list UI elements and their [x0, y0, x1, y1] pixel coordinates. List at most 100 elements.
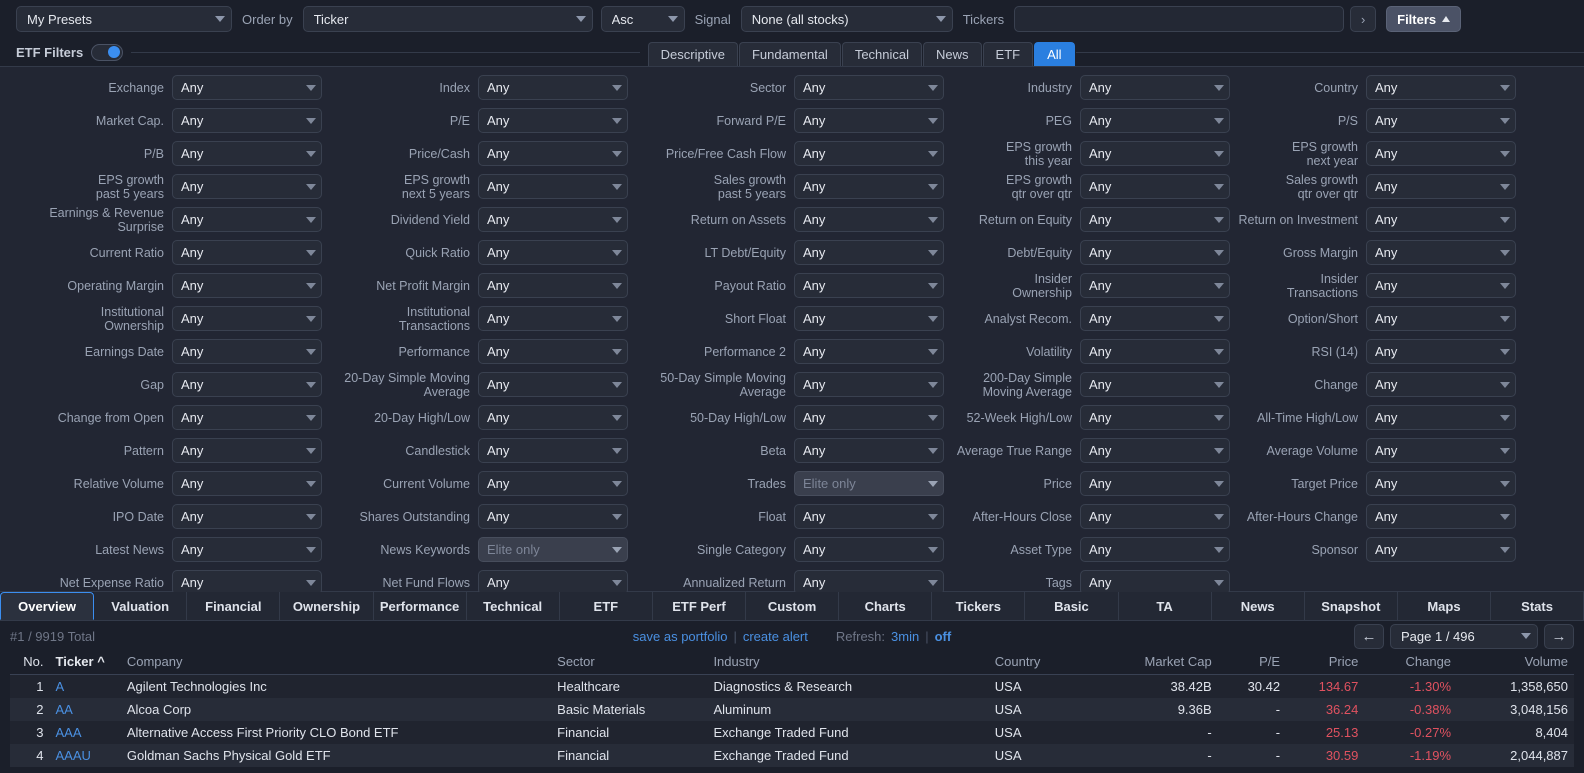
filters-toggle-button[interactable]: Filters — [1386, 6, 1462, 32]
view-tab-ta[interactable]: TA — [1118, 592, 1212, 620]
filter-select-index[interactable]: Any — [478, 75, 628, 100]
filter-select-forward-p-e[interactable]: Any — [794, 108, 944, 133]
filter-select-return-on-assets[interactable]: Any — [794, 207, 944, 232]
etf-filters-toggle[interactable] — [91, 43, 124, 61]
view-tab-tickers[interactable]: Tickers — [932, 592, 1026, 620]
view-tab-etf[interactable]: ETF — [559, 592, 653, 620]
filter-select-average-true-range[interactable]: Any — [1080, 438, 1230, 463]
column-header-p-e[interactable]: P/E — [1217, 651, 1287, 675]
column-header-price[interactable]: Price — [1286, 651, 1365, 675]
filter-select-lt-debt-equity[interactable]: Any — [794, 240, 944, 265]
view-tab-financial[interactable]: Financial — [187, 592, 281, 620]
expand-tickers-button[interactable]: › — [1350, 6, 1377, 32]
filter-select-industry[interactable]: Any — [1080, 75, 1230, 100]
filter-select-option-short[interactable]: Any — [1366, 306, 1516, 331]
filter-select-after-hours-change[interactable]: Any — [1366, 504, 1516, 529]
category-tab-descriptive[interactable]: Descriptive — [647, 42, 738, 66]
category-tab-fundamental[interactable]: Fundamental — [738, 42, 841, 66]
filter-select-country[interactable]: Any — [1366, 75, 1516, 100]
cell-ticker[interactable]: A — [49, 674, 121, 698]
cell-ticker[interactable]: AAA — [50, 721, 121, 744]
view-tab-news[interactable]: News — [1211, 592, 1305, 620]
filter-select-50-day-high-low[interactable]: Any — [794, 405, 944, 430]
filter-select-earnings-date[interactable]: Any — [172, 339, 322, 364]
filter-select-latest-news[interactable]: Any — [172, 537, 322, 562]
filter-select-eps-growth-next-5-years[interactable]: Any — [478, 174, 628, 199]
filter-select-p-b[interactable]: Any — [172, 141, 322, 166]
filter-select-gross-margin[interactable]: Any — [1366, 240, 1516, 265]
filter-select-news-keywords[interactable]: Elite only — [478, 537, 628, 562]
column-header-no[interactable]: No. — [10, 651, 50, 675]
view-tab-valuation[interactable]: Valuation — [94, 592, 188, 620]
column-header-ticker[interactable]: Ticker ^ — [49, 651, 121, 675]
category-tab-all[interactable]: All — [1034, 42, 1075, 66]
sort-direction-select[interactable]: Asc — [600, 6, 685, 32]
filter-select-relative-volume[interactable]: Any — [172, 471, 322, 496]
table-row[interactable]: 2 AA Alcoa Corp Basic Materials Aluminum USA 9… — [10, 698, 1574, 721]
signal-select[interactable]: None (all stocks) — [740, 6, 953, 32]
save-as-portfolio-link[interactable]: save as portfolio — [633, 629, 728, 644]
filter-select-net-profit-margin[interactable]: Any — [478, 273, 628, 298]
filter-select-change-from-open[interactable]: Any — [172, 405, 322, 430]
view-tab-etf-perf[interactable]: ETF Perf — [652, 592, 746, 620]
filter-select-p-e[interactable]: Any — [478, 108, 628, 133]
column-header-change[interactable]: Change — [1364, 651, 1458, 675]
filter-select-asset-type[interactable]: Any — [1080, 537, 1230, 562]
filter-select-price[interactable]: Any — [1080, 471, 1230, 496]
prev-page-button[interactable]: ← — [1354, 623, 1384, 649]
view-tab-performance[interactable]: Performance — [373, 592, 467, 620]
category-tab-news[interactable]: News — [923, 42, 982, 66]
filter-select-20-day-high-low[interactable]: Any — [478, 405, 628, 430]
column-header-industry[interactable]: Industry — [707, 651, 989, 675]
filter-select-shares-outstanding[interactable]: Any — [478, 504, 628, 529]
filter-select-float[interactable]: Any — [794, 504, 944, 529]
table-row[interactable]: 4 AAAU Goldman Sachs Physical Gold ETF Fina… — [10, 744, 1574, 767]
filter-select-p-s[interactable]: Any — [1366, 108, 1516, 133]
filter-select-market-cap[interactable]: Any — [172, 108, 322, 133]
filter-select-sales-growth-qtr-over-qtr[interactable]: Any — [1366, 174, 1516, 199]
filter-select-earnings-revenue-surprise[interactable]: Any — [172, 207, 322, 232]
filter-select-200-day-simple-moving-average[interactable]: Any — [1080, 372, 1230, 397]
filter-select-performance-2[interactable]: Any — [794, 339, 944, 364]
refresh-interval-link[interactable]: 3min — [891, 629, 919, 644]
filter-select-eps-growth-qtr-over-qtr[interactable]: Any — [1080, 174, 1230, 199]
tickers-input[interactable] — [1014, 6, 1345, 32]
filter-select-volatility[interactable]: Any — [1080, 339, 1230, 364]
filter-select-quick-ratio[interactable]: Any — [478, 240, 628, 265]
column-header-market-cap[interactable]: Market Cap — [1114, 651, 1218, 675]
filter-select-change[interactable]: Any — [1366, 372, 1516, 397]
filter-select-institutional-ownership[interactable]: Any — [172, 306, 322, 331]
view-tab-basic[interactable]: Basic — [1025, 592, 1119, 620]
create-alert-link[interactable]: create alert — [743, 629, 808, 644]
filter-select-all-time-high-low[interactable]: Any — [1366, 405, 1516, 430]
filter-select-50-day-simple-moving-average[interactable]: Any — [794, 372, 944, 397]
view-tab-maps[interactable]: Maps — [1397, 592, 1491, 620]
filter-select-operating-margin[interactable]: Any — [172, 273, 322, 298]
view-tab-snapshot[interactable]: Snapshot — [1304, 592, 1398, 620]
filter-select-return-on-investment[interactable]: Any — [1366, 207, 1516, 232]
column-header-company[interactable]: Company — [120, 651, 552, 675]
table-row[interactable]: 3 AAA Alternative Access First Priority CL… — [10, 721, 1574, 744]
filter-select-target-price[interactable]: Any — [1366, 471, 1516, 496]
filter-select-analyst-recom[interactable]: Any — [1080, 306, 1230, 331]
category-tab-technical[interactable]: Technical — [841, 42, 923, 66]
page-select[interactable]: Page 1 / 496 — [1390, 623, 1538, 649]
filter-select-pattern[interactable]: Any — [172, 438, 322, 463]
orderby-select[interactable]: Ticker — [302, 6, 593, 32]
filter-select-52-week-high-low[interactable]: Any — [1080, 405, 1230, 430]
filter-select-eps-growth-next-year[interactable]: Any — [1366, 141, 1516, 166]
filter-select-after-hours-close[interactable]: Any — [1080, 504, 1230, 529]
filter-select-eps-growth-past-5-years[interactable]: Any — [172, 174, 322, 199]
filter-select-institutional-transactions[interactable]: Any — [478, 306, 628, 331]
refresh-off-link[interactable]: off — [935, 629, 952, 644]
filter-select-candlestick[interactable]: Any — [478, 438, 628, 463]
cell-ticker[interactable]: AA — [50, 698, 121, 721]
view-tab-stats[interactable]: Stats — [1491, 592, 1584, 620]
filter-select-average-volume[interactable]: Any — [1366, 438, 1516, 463]
category-tab-etf[interactable]: ETF — [982, 42, 1034, 66]
filter-select-debt-equity[interactable]: Any — [1080, 240, 1230, 265]
filter-select-ipo-date[interactable]: Any — [172, 504, 322, 529]
next-page-button[interactable]: → — [1544, 623, 1574, 649]
view-tab-technical[interactable]: Technical — [466, 592, 560, 620]
column-header-country[interactable]: Country — [988, 651, 1115, 675]
